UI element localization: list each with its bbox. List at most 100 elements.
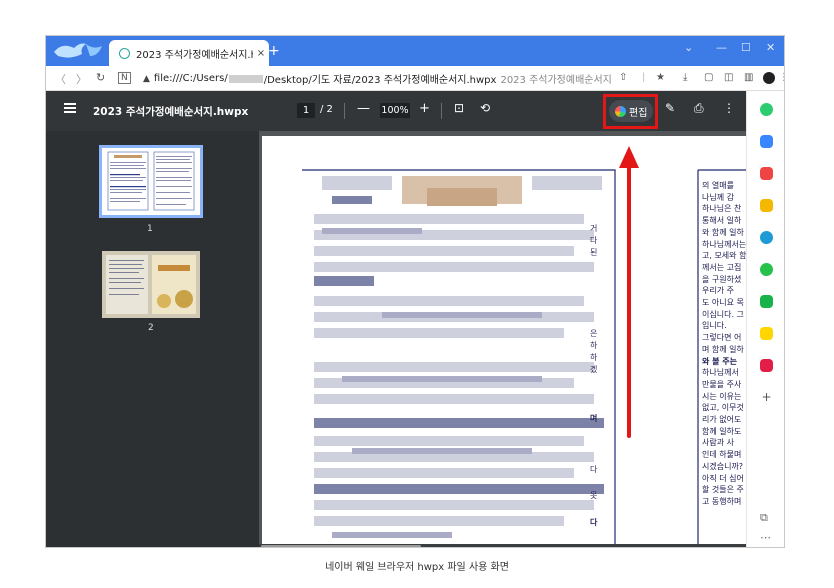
new-tab-button[interactable]: + [268, 43, 280, 59]
text-line: 며 함께 일하 [702, 344, 744, 354]
horizontal-scrollbar[interactable] [259, 544, 746, 547]
whale-space-icon[interactable] [760, 103, 773, 116]
divider: | [642, 72, 646, 83]
page-total: / 2 [320, 104, 333, 115]
profile-icon[interactable] [763, 72, 775, 84]
highlight-box [603, 94, 658, 129]
url-field[interactable]: ▲ file:///C:/Users/ /Desktop/기도 자료/2023 … [143, 70, 615, 87]
fit-page-icon[interactable]: ⊡ [454, 101, 464, 115]
minimize-button[interactable]: — [716, 41, 727, 54]
favorites-icon[interactable] [760, 199, 773, 212]
text-line: 이십니다. 그 [702, 309, 744, 319]
bookmark-icon[interactable]: ★ [656, 72, 665, 83]
naver-icon[interactable] [760, 295, 773, 308]
text-line: 하나님께서 [702, 368, 739, 378]
title-bar: 2023 주석가정예배순서지.hwpx × + ⌄ — ☐ ✕ [46, 36, 784, 66]
tab-list-icon[interactable]: ⌄ [684, 41, 693, 54]
more-icon[interactable]: ⋯ [760, 531, 773, 544]
text-line: 하나님께서는 [702, 239, 746, 249]
screen-icon[interactable]: ◫ [724, 72, 733, 83]
text-line: 와 볼 주는 [702, 356, 738, 366]
pocket-icon[interactable] [760, 167, 773, 180]
add-icon[interactable]: + [760, 391, 773, 404]
page-number-input[interactable]: 1 [297, 103, 315, 118]
zoom-in-button[interactable]: + [419, 101, 430, 116]
text-line: 도 아니요 목 [702, 298, 744, 308]
tab-close-icon[interactable]: × [253, 48, 269, 59]
redacted-username [228, 74, 263, 83]
text-line: 고, 모세와 함 [702, 251, 746, 261]
close-button[interactable]: ✕ [766, 41, 775, 54]
thumbnail-preview [107, 151, 195, 211]
thumbnail-number: 2 [148, 323, 154, 333]
pen-icon[interactable]: ✎ [665, 101, 675, 115]
sidebar-toggle-icon[interactable]: ▥ [744, 72, 753, 83]
calendar-icon[interactable] [760, 135, 773, 148]
edge-icon[interactable] [760, 231, 773, 244]
text-line: 우리가 주 [702, 286, 734, 296]
share-icon[interactable]: ⇧ [619, 72, 627, 83]
reload-icon[interactable]: ↻ [96, 71, 105, 84]
text-line: 사람과 사 [702, 438, 734, 448]
tab-active[interactable]: 2023 주석가정예배순서지.hwpx × [109, 40, 269, 66]
thumbnail-sidebar: 1 2 [46, 131, 259, 547]
browser-window: 2023 주석가정예배순서지.hwpx × + ⌄ — ☐ ✕ 〈 〉 ↻ N … [45, 35, 785, 548]
text-line: 할 것들은 주 [702, 485, 744, 495]
menu-icon[interactable]: ⋮ [779, 72, 784, 83]
tab-title: 2023 주석가정예배순서지.hwpx [136, 49, 253, 61]
side-panel: + ⧉ ⋯ [746, 91, 784, 547]
text-line: 하나님은 찬 [702, 204, 742, 214]
thumbnail-page-2[interactable] [102, 251, 200, 318]
text-line: 고 동행하며 [702, 496, 742, 506]
sidebar-menu-icon[interactable] [64, 103, 76, 113]
memo-icon[interactable] [760, 327, 773, 340]
text-line: 만물을 주사 [702, 379, 742, 389]
red-arrow-annotation [619, 146, 639, 438]
text-line: 의 열매를 [702, 181, 734, 190]
thumbnail-number: 1 [147, 224, 153, 234]
text-line: 시는 이유는 [702, 391, 742, 401]
rotate-icon[interactable]: ⟲ [480, 101, 490, 115]
text-line: 께서는 고집 [702, 262, 742, 272]
print-icon[interactable]: ⎙ [694, 101, 704, 116]
mid-fragment: 은 [590, 329, 597, 338]
more-icon[interactable]: ⋮ [723, 101, 735, 115]
divider [441, 103, 442, 119]
text-line: 아직 더 심어 [702, 473, 744, 483]
chat-icon[interactable] [760, 263, 773, 276]
download-icon[interactable]: ⤓ [683, 72, 687, 83]
maximize-button[interactable]: ☐ [741, 41, 751, 54]
page-content: 거 다 된 은 하 하 겠 며 다 못 다 [302, 169, 746, 547]
mid-fragment: 다 [590, 465, 598, 474]
mid-fragment: 하 [590, 352, 598, 362]
back-icon[interactable]: 〈 [55, 71, 66, 87]
mid-fragment: 된 [590, 247, 597, 257]
right-column-text: 의 열매를 나님께 감 하나님은 찬 통해서 일하 와 함께 일하 하나님께서는 고, 모세… [702, 180, 746, 508]
text-line: 와 함께 일하 [702, 227, 744, 237]
text-line: 시겠습니까? [702, 461, 744, 471]
mid-fragment: 다 [590, 517, 598, 527]
text-line: 나님께 감 [702, 192, 734, 202]
mid-fragment: 다 [590, 236, 598, 245]
url-prefix: file:///C:/Users/ [153, 73, 228, 84]
external-link-icon[interactable]: ⧉ [760, 511, 773, 524]
document-title: 2023 주석가정예배순서지.hwpx [93, 106, 249, 118]
thumbnail-page-1[interactable] [99, 145, 203, 218]
mid-fragment: 거 [590, 224, 597, 233]
news-icon[interactable] [760, 359, 773, 372]
mid-fragment: 겠 [590, 364, 598, 374]
divider [344, 103, 345, 119]
whale-logo-icon [54, 43, 102, 58]
reader-icon[interactable]: N [118, 72, 131, 84]
url-title-hint: 2023 주석가정예배순서지 [500, 75, 612, 86]
mid-fragment: 못 [590, 491, 597, 500]
address-bar-row: 〈 〉 ↻ N ▲ file:///C:/Users/ /Desktop/기도 … [46, 66, 784, 91]
text-line: 그렇다면 어 [702, 333, 742, 343]
url-suffix: /Desktop/기도 자료/2023 주석가정예배순서지.hwpx [263, 75, 497, 86]
forward-icon[interactable]: 〉 [76, 71, 87, 87]
capture-icon[interactable]: ▢ [704, 72, 713, 83]
text-line: 입니다. [702, 321, 727, 331]
zoom-input[interactable]: 100% [380, 103, 410, 118]
whale-page-icon [119, 47, 130, 59]
zoom-out-button[interactable]: — [357, 101, 370, 116]
